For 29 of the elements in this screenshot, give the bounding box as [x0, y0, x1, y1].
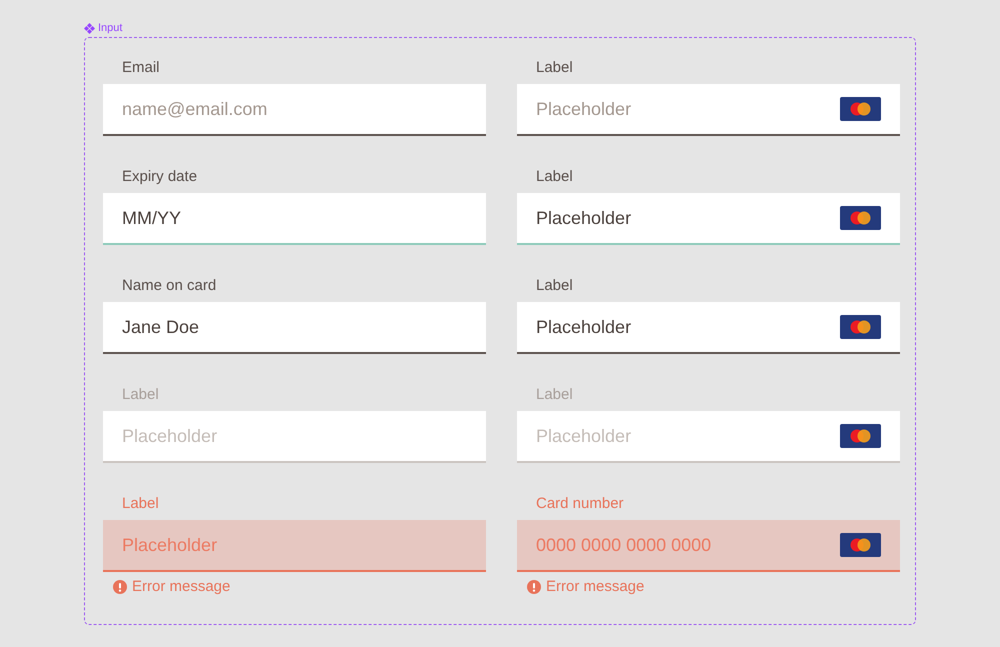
error-icon: [113, 580, 127, 594]
component-icon: [84, 22, 95, 34]
credit-card-icon: [840, 97, 881, 121]
input-field[interactable]: MM/YY: [103, 193, 486, 245]
field-label: Label: [535, 385, 574, 405]
field-label: Email: [121, 58, 161, 78]
field-label: Label: [535, 276, 574, 296]
input-field[interactable]: Placeholder: [517, 84, 900, 136]
input-field[interactable]: Placeholder: [517, 193, 900, 245]
field-label: Label: [535, 58, 574, 78]
field-label: Name on card: [121, 276, 218, 296]
field-label: Label: [121, 494, 160, 514]
error-message: Error message: [546, 578, 644, 595]
field-label: Expiry date: [121, 167, 198, 187]
input-field[interactable]: Jane Doe: [103, 302, 486, 354]
field-label: Label: [121, 385, 160, 405]
credit-card-icon: [840, 533, 881, 557]
field-label: Label: [535, 167, 574, 187]
error-icon: [527, 580, 541, 594]
credit-card-icon: [840, 315, 881, 339]
input-field[interactable]: 0000 0000 0000 0000: [517, 520, 900, 572]
input-field[interactable]: name@email.com: [103, 84, 486, 136]
credit-card-icon: [840, 206, 881, 230]
input-field[interactable]: Placeholder: [517, 302, 900, 354]
error-message: Error message: [132, 578, 230, 595]
component-name: Input: [98, 22, 122, 34]
field-label: Card number: [535, 494, 625, 514]
credit-card-icon: [840, 424, 881, 448]
input-field[interactable]: Placeholder: [103, 520, 486, 572]
